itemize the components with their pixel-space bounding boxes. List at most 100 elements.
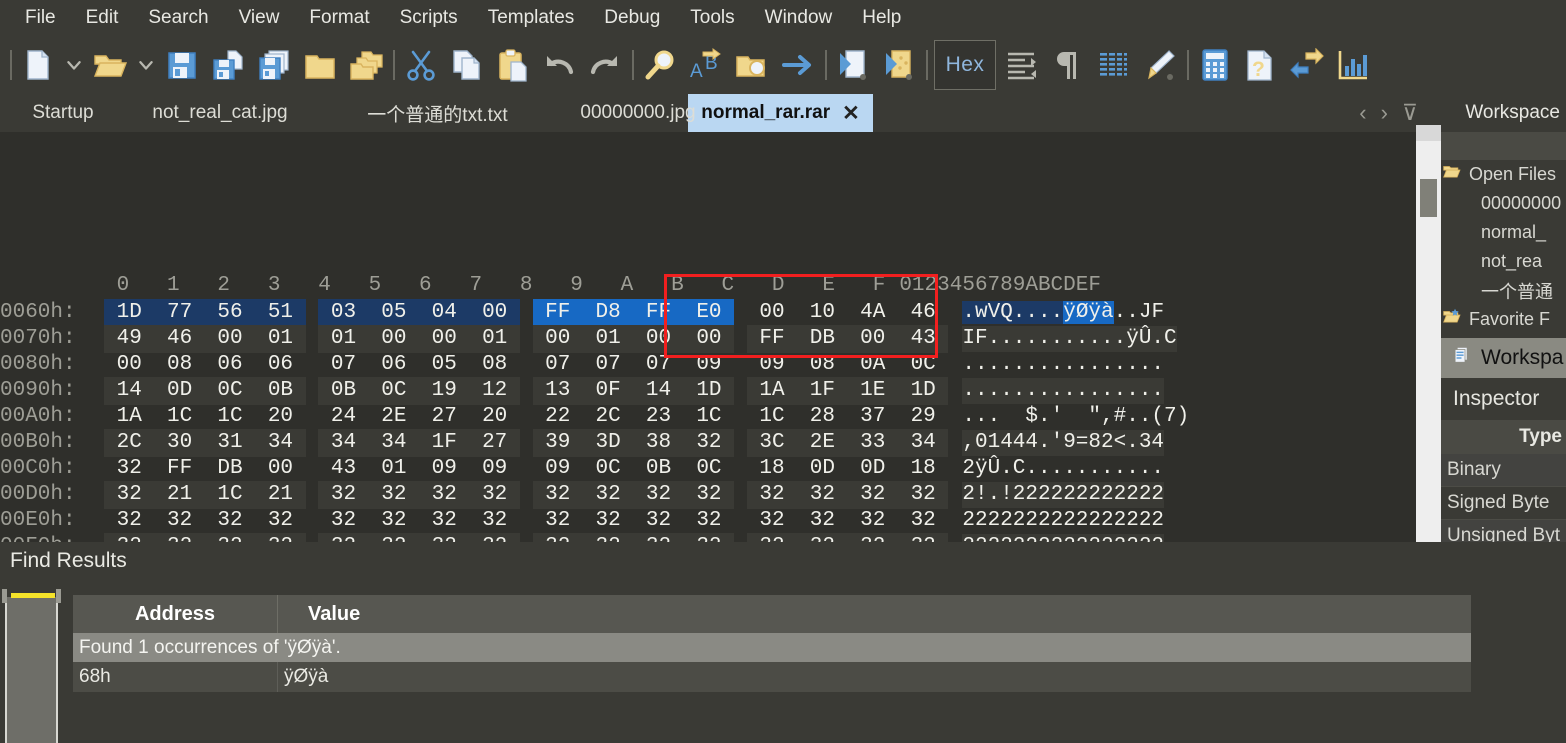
sidebar-tree-item[interactable]: Favorite F bbox=[1441, 305, 1566, 334]
find-results-row[interactable]: 68h ÿØÿà bbox=[73, 662, 1471, 692]
run-template-icon[interactable] bbox=[876, 40, 922, 90]
hex-row[interactable]: 0080h: 00 08 06 06 07 06 05 08 07 07 07 … bbox=[0, 351, 1189, 377]
close-all-files-icon[interactable] bbox=[343, 40, 389, 90]
hex-byte-group[interactable]: 1A 1F 1E 1D bbox=[746, 377, 949, 405]
close-tab-icon[interactable]: ✕ bbox=[842, 101, 860, 126]
hex-ascii-column[interactable]: 2ÿÛ.C........... bbox=[962, 456, 1164, 482]
hex-byte-group[interactable]: 24 2E 27 20 bbox=[318, 403, 520, 431]
hex-ascii-column[interactable]: 2!.!222222222222 bbox=[962, 482, 1165, 508]
hex-byte-group[interactable]: 32 32 32 32 bbox=[318, 481, 520, 509]
cut-icon[interactable] bbox=[398, 40, 444, 90]
hex-byte-group[interactable]: 07 06 05 08 bbox=[318, 351, 520, 379]
save-all-icon[interactable] bbox=[251, 40, 297, 90]
copy-icon[interactable] bbox=[444, 40, 490, 90]
hex-byte-group[interactable]: 14 0D 0C 0B bbox=[104, 377, 306, 405]
hex-ascii-column[interactable]: 2222222222222222 bbox=[962, 534, 1165, 542]
hex-byte-group[interactable]: 13 0F 14 1D bbox=[532, 377, 735, 405]
save-icon[interactable] bbox=[159, 40, 205, 90]
chevron-down-icon[interactable] bbox=[133, 40, 159, 90]
document-tab-4[interactable]: normal_rar.rar ✕ bbox=[688, 94, 873, 132]
find-in-files-icon[interactable] bbox=[729, 40, 775, 90]
hex-byte-group[interactable]: 0B 0C 19 12 bbox=[318, 377, 520, 405]
document-tab-1[interactable]: not_real_cat.jpg bbox=[130, 94, 310, 132]
hex-byte-group[interactable]: 32 21 1C 21 bbox=[104, 481, 306, 509]
sidebar-tree-item[interactable]: 00000000 bbox=[1441, 189, 1566, 218]
highlight-icon[interactable] bbox=[1137, 40, 1183, 90]
hex-byte-group[interactable]: 3C 2E 33 34 bbox=[746, 429, 949, 457]
close-file-icon[interactable] bbox=[297, 40, 343, 90]
hex-grid[interactable]: 0 1 2 3 4 5 6 7 8 9 A B C D E F 012345678… bbox=[0, 273, 1189, 542]
menu-item-templates[interactable]: Templates bbox=[473, 3, 590, 33]
help-icon[interactable]: ? bbox=[1238, 40, 1284, 90]
menu-item-view[interactable]: View bbox=[224, 3, 295, 33]
find-col-value[interactable]: Value bbox=[278, 595, 1471, 633]
document-tab-2[interactable]: 一个普通的txt.txt bbox=[330, 94, 545, 132]
inspector-row[interactable]: Binary bbox=[1441, 454, 1566, 487]
sidebar-tab-workspace[interactable]: Workspa bbox=[1441, 338, 1566, 378]
hex-byte-group[interactable]: 32 32 32 32 bbox=[532, 481, 735, 509]
replace-icon[interactable]: AB bbox=[683, 40, 729, 90]
hex-byte-group[interactable]: 1D 77 56 51 bbox=[104, 299, 306, 327]
indent-icon[interactable] bbox=[999, 40, 1045, 90]
hex-byte-group[interactable]: FF D8 FF E0 bbox=[532, 299, 735, 327]
hex-byte-group[interactable]: 32 FF DB 00 bbox=[104, 455, 306, 483]
menu-item-tools[interactable]: Tools bbox=[675, 3, 749, 33]
hex-byte-group[interactable]: 01 00 00 01 bbox=[318, 325, 520, 353]
hex-row[interactable]: 00F0h: 32 32 32 32 32 32 32 32 32 32 32 … bbox=[0, 533, 1189, 542]
run-script-icon[interactable] bbox=[830, 40, 876, 90]
document-tab-0[interactable]: Startup bbox=[8, 94, 118, 132]
hex-ascii-column[interactable]: ... $.' ",#..(7) bbox=[962, 404, 1189, 430]
hex-byte-group[interactable]: 00 10 4A 46 bbox=[747, 299, 949, 327]
calculator-icon[interactable] bbox=[1192, 40, 1238, 90]
hex-vscroll-thumb[interactable] bbox=[1420, 179, 1437, 217]
tab-next-icon[interactable]: › bbox=[1381, 100, 1388, 126]
hex-byte-group[interactable]: 09 08 0A 0C bbox=[747, 351, 949, 379]
hex-ascii-column[interactable]: .wVQ....ÿØÿà..JF bbox=[962, 300, 1164, 326]
find-icon[interactable] bbox=[637, 40, 683, 90]
menu-item-search[interactable]: Search bbox=[133, 3, 223, 33]
menu-item-edit[interactable]: Edit bbox=[71, 3, 134, 33]
inspector-row[interactable]: Unsigned Byt bbox=[1441, 520, 1566, 542]
sidebar-tree-item[interactable]: not_rea bbox=[1441, 247, 1566, 276]
tab-list-icon[interactable]: ⊽ bbox=[1402, 100, 1418, 126]
hex-byte-group[interactable]: 1A 1C 1C 20 bbox=[104, 403, 306, 431]
find-col-address[interactable]: Address bbox=[73, 595, 278, 633]
hex-byte-group[interactable]: 32 32 32 32 bbox=[104, 533, 306, 542]
menu-item-file[interactable]: File bbox=[10, 3, 71, 33]
hex-byte-group[interactable]: 07 07 07 09 bbox=[533, 351, 735, 379]
hex-byte-group[interactable]: 32 32 32 32 bbox=[533, 507, 735, 535]
hex-ascii-column[interactable]: ................ bbox=[962, 378, 1165, 404]
menu-item-scripts[interactable]: Scripts bbox=[385, 3, 473, 33]
hex-row[interactable]: 0060h: 1D 77 56 51 03 05 04 00 FF D8 FF … bbox=[0, 299, 1189, 327]
undo-icon[interactable] bbox=[536, 40, 582, 90]
hex-byte-group[interactable]: 09 0C 0B 0C bbox=[533, 455, 735, 483]
find-results-minimap[interactable] bbox=[2, 589, 61, 743]
hex-byte-group[interactable]: 00 08 06 06 bbox=[104, 351, 306, 379]
hex-byte-group[interactable]: 18 0D 0D 18 bbox=[747, 455, 949, 483]
hex-byte-group[interactable]: 32 32 32 32 bbox=[746, 481, 949, 509]
hex-byte-group[interactable]: 03 05 04 00 bbox=[318, 299, 520, 327]
hex-row[interactable]: 00C0h: 32 FF DB 00 43 01 09 09 09 0C 0B … bbox=[0, 455, 1189, 481]
sidebar-tree-item[interactable]: normal_ bbox=[1441, 218, 1566, 247]
hex-row[interactable]: 0090h: 14 0D 0C 0B 0B 0C 19 12 13 0F 14 … bbox=[0, 377, 1189, 405]
menu-item-debug[interactable]: Debug bbox=[589, 3, 675, 33]
hex-byte-group[interactable]: FF DB 00 43 bbox=[746, 325, 949, 353]
hex-byte-group[interactable]: 1C 28 37 29 bbox=[747, 403, 949, 431]
hex-row[interactable]: 00A0h: 1A 1C 1C 20 24 2E 27 20 22 2C 23 … bbox=[0, 403, 1189, 429]
hex-row[interactable]: 00E0h: 32 32 32 32 32 32 32 32 32 32 32 … bbox=[0, 507, 1189, 533]
hex-ascii-column[interactable]: ................ bbox=[962, 352, 1164, 378]
redo-icon[interactable] bbox=[582, 40, 628, 90]
sidebar-tree-item[interactable]: Open Files bbox=[1441, 160, 1566, 189]
hex-byte-group[interactable]: 22 2C 23 1C bbox=[533, 403, 735, 431]
inspector-row[interactable]: Signed Byte bbox=[1441, 487, 1566, 520]
hex-byte-group[interactable]: 34 34 1F 27 bbox=[318, 429, 520, 457]
hex-editor-pane[interactable]: 0 1 2 3 4 5 6 7 8 9 A B C D E F 012345678… bbox=[0, 132, 1441, 542]
document-tab-3[interactable]: 00000000.jpg bbox=[568, 94, 708, 132]
hex-byte-group[interactable]: 00 01 00 00 bbox=[532, 325, 735, 353]
hex-byte-group[interactable]: 32 32 32 32 bbox=[532, 533, 735, 542]
hex-byte-group[interactable]: 39 3D 38 32 bbox=[532, 429, 735, 457]
hex-row[interactable]: 0070h: 49 46 00 01 01 00 00 01 00 01 00 … bbox=[0, 325, 1189, 353]
chevron-down-icon[interactable] bbox=[61, 40, 87, 90]
save-as-icon[interactable] bbox=[205, 40, 251, 90]
hex-byte-group[interactable]: 49 46 00 01 bbox=[104, 325, 306, 353]
